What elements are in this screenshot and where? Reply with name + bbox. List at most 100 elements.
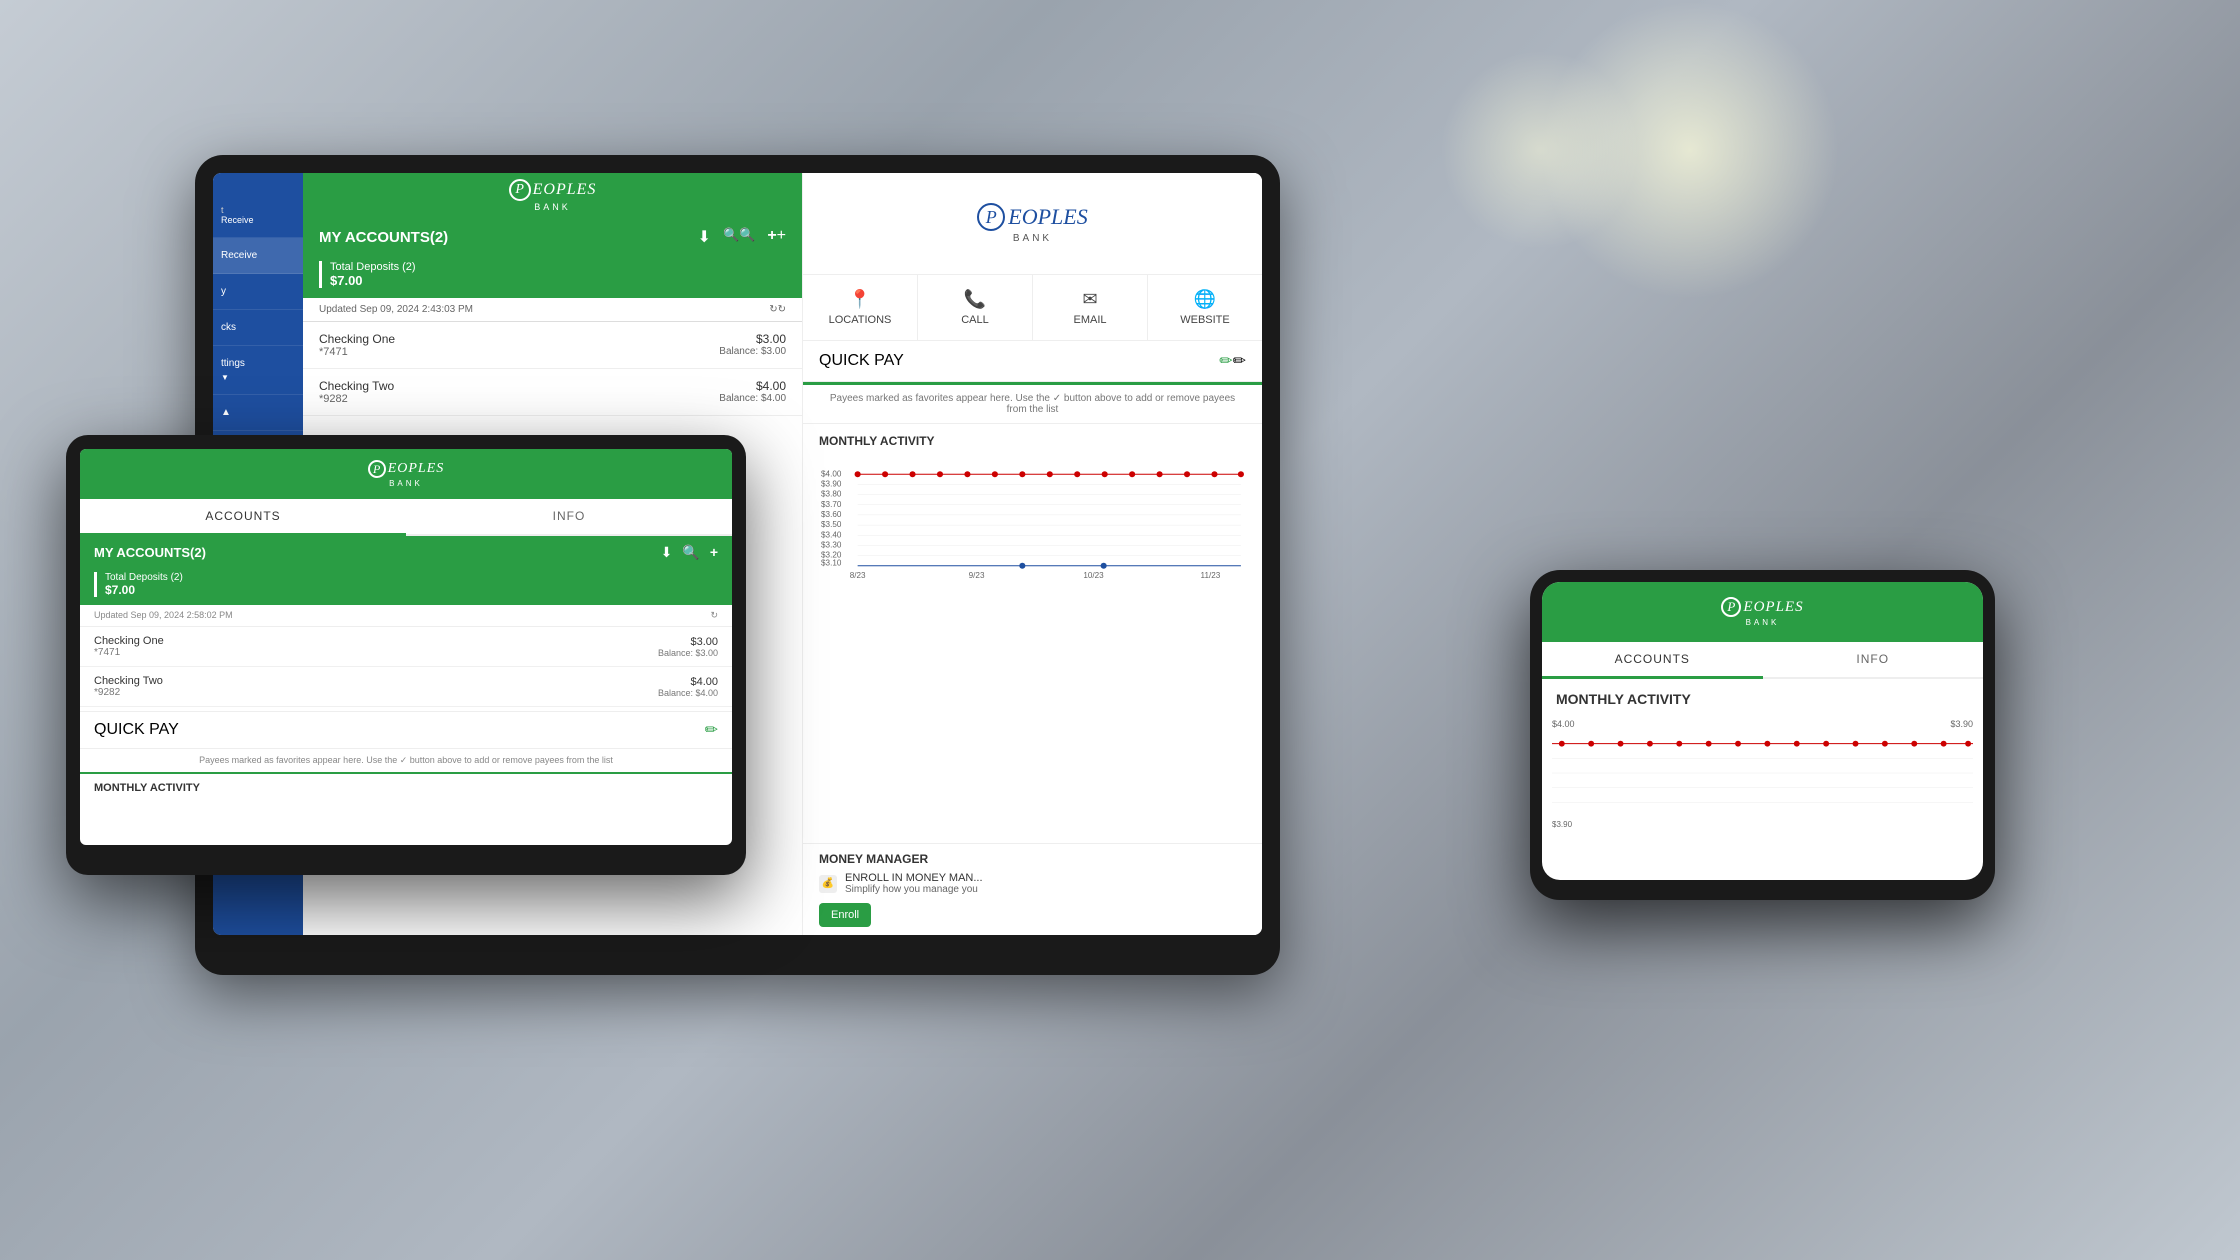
phone-screen: P EOPLES BANK ACCOUNTS INFO MONTHLY ACTI… bbox=[1542, 582, 1983, 880]
med-qp-label: QUICK PAY bbox=[94, 721, 179, 739]
quick-pay-edit-icon[interactable]: ✏ bbox=[1219, 351, 1246, 371]
logo-peoples-text: EOPLES bbox=[533, 181, 597, 199]
phone-tab-accounts[interactable]: ACCOUNTS bbox=[1542, 642, 1763, 679]
med-sub-area: Total Deposits (2) $7.00 bbox=[80, 569, 732, 605]
phone-logo: P EOPLES BANK bbox=[1721, 597, 1803, 627]
med-acct2-num: *9282 bbox=[94, 687, 163, 698]
med-sub-inner: Total Deposits (2) $7.00 bbox=[94, 572, 718, 597]
tablet-medium-screen: P EOPLES BANK ACCOUNTS INFO MY ACCOUNTS(… bbox=[80, 449, 732, 845]
money-manager-section: MONEY MANAGER 💰 ENROLL IN MONEY MAN... S… bbox=[803, 843, 1262, 935]
acct1-name: Checking One bbox=[319, 332, 395, 346]
phone-y1: $4.00 bbox=[1552, 719, 1575, 729]
info-logo-sub: BANK bbox=[1013, 233, 1052, 244]
accounts-title: MY ACCOUNTS(2) bbox=[319, 229, 448, 246]
med-accounts-title: MY ACCOUNTS(2) bbox=[94, 545, 206, 560]
website-icon: 🌐 bbox=[1156, 289, 1254, 310]
svg-text:$3.70: $3.70 bbox=[821, 500, 842, 509]
quick-pay-bar: QUICK PAY ✏ bbox=[803, 341, 1262, 382]
search-icon[interactable]: 🔍 bbox=[723, 227, 755, 247]
locations-label: LOCATIONS bbox=[829, 314, 892, 326]
med-acct2-amount: $4.00 bbox=[658, 676, 718, 688]
phone-logo-text: EOPLES bbox=[1743, 599, 1803, 616]
sidebar-item-y[interactable]: y bbox=[213, 274, 303, 310]
call-label: CALL bbox=[961, 314, 989, 326]
tablet-medium-header: P EOPLES BANK bbox=[80, 449, 732, 499]
med-update-text: Updated Sep 09, 2024 2:58:02 PM bbox=[94, 610, 233, 621]
med-acct1-amount: $3.00 bbox=[658, 636, 718, 648]
med-acct2-balance: Balance: $4.00 bbox=[658, 688, 718, 698]
sidebar-item-cks[interactable]: cks bbox=[213, 310, 303, 346]
info-logo-text: EOPLES bbox=[1008, 204, 1087, 230]
svg-text:$3.10: $3.10 bbox=[821, 559, 842, 568]
med-logo-sub: BANK bbox=[389, 479, 423, 488]
quick-pay-hint: Payees marked as favorites appear here. … bbox=[803, 385, 1262, 424]
enroll-button-area: Enroll bbox=[819, 903, 1246, 927]
acct1-num: *7471 bbox=[319, 346, 395, 358]
svg-text:11/23: 11/23 bbox=[1201, 571, 1221, 580]
email-label: EMAIL bbox=[1073, 314, 1106, 326]
phone-tab-info[interactable]: INFO bbox=[1763, 642, 1984, 677]
enroll-sub: Simplify how you manage you bbox=[845, 884, 983, 895]
med-accounts-icons: ⬇ 🔍 + bbox=[661, 544, 718, 561]
refresh-icon[interactable]: ↻ bbox=[769, 304, 786, 315]
call-icon: 📞 bbox=[926, 289, 1024, 310]
svg-text:$3.40: $3.40 bbox=[821, 530, 842, 539]
med-acct1-num: *7471 bbox=[94, 647, 164, 658]
total-deposits-label: Total Deposits (2) bbox=[330, 261, 786, 273]
med-refresh-icon[interactable]: ↻ bbox=[710, 610, 718, 621]
phone-y2: $3.90 bbox=[1950, 719, 1973, 729]
tab-info[interactable]: INFO bbox=[406, 499, 732, 534]
money-manager-row: 💰 ENROLL IN MONEY MAN... Simplify how yo… bbox=[819, 872, 1246, 895]
tab-accounts[interactable]: ACCOUNTS bbox=[80, 499, 406, 536]
info-logo-area: P EOPLES BANK bbox=[803, 173, 1262, 275]
med-acct-row-1[interactable]: Checking One *7471 $3.00 Balance: $3.00 bbox=[80, 627, 732, 667]
add-account-icon[interactable]: + bbox=[767, 227, 786, 247]
sidebar-item-extra[interactable]: ▲ bbox=[213, 395, 303, 431]
phone-monthly-label: MONTHLY ACTIVITY bbox=[1542, 679, 1983, 715]
locations-button[interactable]: 📍 LOCATIONS bbox=[803, 275, 918, 340]
med-qp-hint: Payees marked as favorites appear here. … bbox=[80, 749, 732, 774]
med-accounts-header: MY ACCOUNTS(2) ⬇ 🔍 + bbox=[80, 536, 732, 569]
med-acct-row-2[interactable]: Checking Two *9282 $4.00 Balance: $4.00 bbox=[80, 667, 732, 707]
accounts-sub-inner: Total Deposits (2) $7.00 bbox=[319, 261, 786, 288]
svg-text:8/23: 8/23 bbox=[850, 571, 866, 580]
sidebar-item-receive[interactable]: Receive bbox=[213, 238, 303, 274]
svg-text:9/23: 9/23 bbox=[969, 571, 985, 580]
acct2-amount: $4.00 bbox=[719, 379, 786, 393]
acct1-amount: $3.00 bbox=[719, 332, 786, 346]
enroll-button[interactable]: Enroll bbox=[819, 903, 871, 927]
sidebar-item-profile[interactable]: t Receive bbox=[213, 193, 303, 238]
med-logo-p: P bbox=[368, 460, 386, 478]
phone: P EOPLES BANK ACCOUNTS INFO MONTHLY ACTI… bbox=[1530, 570, 1995, 900]
tablet-large-logo: P EOPLES BANK bbox=[509, 179, 597, 212]
acct2-num: *9282 bbox=[319, 393, 394, 405]
svg-text:10/23: 10/23 bbox=[1083, 571, 1104, 580]
website-button[interactable]: 🌐 WEBSITE bbox=[1148, 275, 1262, 340]
med-add-icon[interactable]: + bbox=[710, 544, 718, 561]
email-button[interactable]: ✉ EMAIL bbox=[1033, 275, 1148, 340]
info-panel: P EOPLES BANK 📍 LOCATIONS 📞 CALL ✉ bbox=[802, 173, 1262, 935]
phone-logo-p: P bbox=[1721, 597, 1741, 617]
download-icon[interactable] bbox=[698, 227, 711, 247]
acct1-balance: Balance: $3.00 bbox=[719, 346, 786, 357]
acct2-name: Checking Two bbox=[319, 379, 394, 393]
svg-text:$3.90: $3.90 bbox=[821, 479, 842, 488]
money-manager-label: MONEY MANAGER bbox=[819, 852, 1246, 866]
account-row-2[interactable]: Checking Two *9282 $4.00 Balance: $4.00 bbox=[303, 369, 802, 416]
accounts-action-icons: 🔍 + bbox=[698, 227, 786, 247]
tab-bar-medium: ACCOUNTS INFO bbox=[80, 499, 732, 536]
call-button[interactable]: 📞 CALL bbox=[918, 275, 1033, 340]
med-qp-edit-icon[interactable]: ✏ bbox=[705, 720, 718, 740]
med-logo-text: EOPLES bbox=[388, 461, 445, 477]
sidebar-item-settings[interactable]: ttings ▼ bbox=[213, 346, 303, 395]
med-monthly-activity-label: MONTHLY ACTIVITY bbox=[80, 774, 732, 798]
info-logo-p-icon: P bbox=[977, 203, 1005, 231]
med-download-icon[interactable]: ⬇ bbox=[661, 544, 673, 561]
med-search-icon[interactable]: 🔍 bbox=[682, 544, 699, 561]
money-manager-icon: 💰 bbox=[819, 875, 837, 893]
quick-pay-label: QUICK PAY bbox=[819, 352, 904, 370]
sidebar-label-t: t bbox=[221, 205, 295, 215]
account-row-1[interactable]: Checking One *7471 $3.00 Balance: $3.00 bbox=[303, 322, 802, 369]
website-label: WEBSITE bbox=[1180, 314, 1230, 326]
phone-chart-y-labels: $4.00 $3.90 bbox=[1552, 719, 1973, 729]
